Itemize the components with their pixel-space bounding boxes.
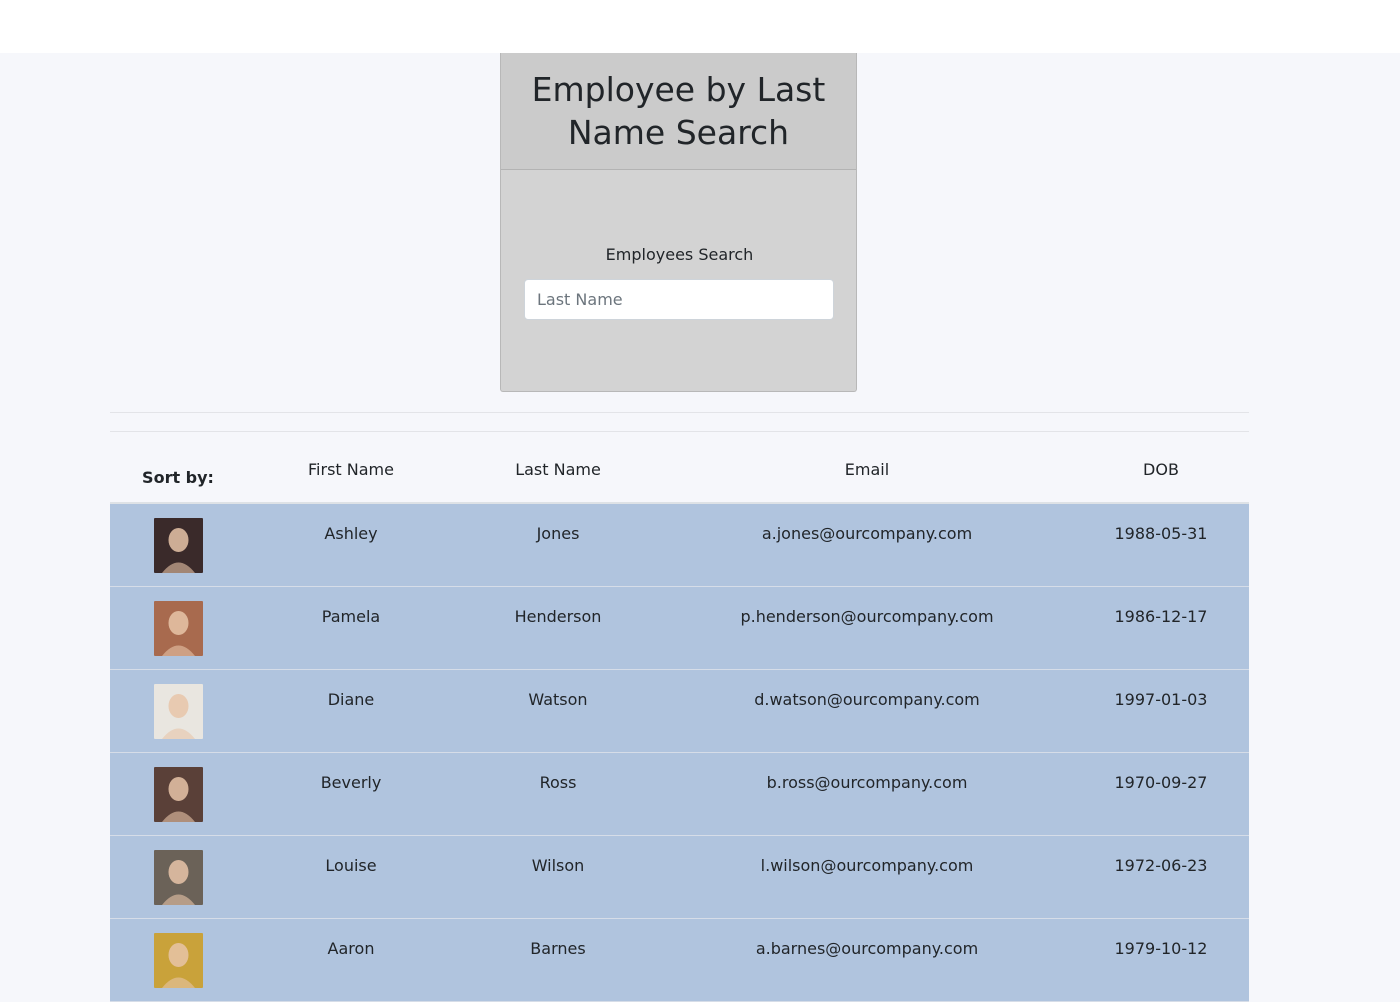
sort-dob-header[interactable]: DOB xyxy=(1061,460,1261,479)
table-header: Sort by: First Name Last Name Email DOB xyxy=(110,432,1249,504)
sort-first-name-header[interactable]: First Name xyxy=(251,460,451,479)
employee-avatar xyxy=(154,850,203,905)
table-row: Ashley Jones a.jones@ourcompany.com 1988… xyxy=(110,504,1249,587)
table-row: Diane Watson d.watson@ourcompany.com 199… xyxy=(110,670,1249,753)
top-navbar xyxy=(0,0,1400,53)
last-name-cell: Henderson xyxy=(514,607,602,626)
first-name-cell: Pamela xyxy=(321,607,381,626)
employee-avatar xyxy=(154,767,203,822)
first-name-cell: Louise xyxy=(325,856,377,875)
dob-cell: 1979-10-12 xyxy=(1114,939,1208,958)
last-name-cell: Jones xyxy=(536,524,580,543)
table-row: Pamela Henderson p.henderson@ourcompany.… xyxy=(110,587,1249,670)
employee-avatar xyxy=(154,933,203,988)
dob-cell: 1986-12-17 xyxy=(1114,607,1208,626)
employee-avatar xyxy=(154,684,203,739)
page-title: Employee by Last Name Search xyxy=(531,70,826,152)
first-name-cell: Aaron xyxy=(327,939,375,958)
last-name-cell: Barnes xyxy=(530,939,586,958)
last-name-search-input[interactable] xyxy=(524,279,834,320)
dob-cell: 1972-06-23 xyxy=(1114,856,1208,875)
sort-last-name-header[interactable]: Last Name xyxy=(458,460,658,479)
sort-by-label: Sort by: xyxy=(142,468,214,487)
search-card: Employee by Last Name Search Employees S… xyxy=(500,53,857,392)
table-body: Ashley Jones a.jones@ourcompany.com 1988… xyxy=(110,504,1249,1002)
last-name-cell: Ross xyxy=(539,773,577,792)
last-name-cell: Wilson xyxy=(531,856,585,875)
table-row: Aaron Barnes a.barnes@ourcompany.com 197… xyxy=(110,919,1249,1002)
table-row: Louise Wilson l.wilson@ourcompany.com 19… xyxy=(110,836,1249,919)
employee-avatar xyxy=(154,601,203,656)
employee-table: Sort by: First Name Last Name Email DOB … xyxy=(110,432,1249,1002)
sort-email-header[interactable]: Email xyxy=(717,460,1017,479)
search-label: Employees Search xyxy=(605,245,754,264)
dob-cell: 1997-01-03 xyxy=(1114,690,1208,709)
email-cell: a.jones@ourcompany.com xyxy=(761,524,973,543)
divider-top xyxy=(110,412,1249,413)
email-cell: l.wilson@ourcompany.com xyxy=(760,856,974,875)
email-cell: a.barnes@ourcompany.com xyxy=(755,939,979,958)
card-header: Employee by Last Name Search xyxy=(501,53,856,170)
last-name-cell: Watson xyxy=(528,690,588,709)
employee-avatar xyxy=(154,518,203,573)
first-name-cell: Ashley xyxy=(324,524,378,543)
dob-cell: 1988-05-31 xyxy=(1114,524,1208,543)
first-name-cell: Diane xyxy=(327,690,375,709)
dob-cell: 1970-09-27 xyxy=(1114,773,1208,792)
table-row: Beverly Ross b.ross@ourcompany.com 1970-… xyxy=(110,753,1249,836)
email-cell: d.watson@ourcompany.com xyxy=(754,690,980,709)
email-cell: b.ross@ourcompany.com xyxy=(766,773,968,792)
first-name-cell: Beverly xyxy=(320,773,382,792)
email-cell: p.henderson@ourcompany.com xyxy=(740,607,994,626)
